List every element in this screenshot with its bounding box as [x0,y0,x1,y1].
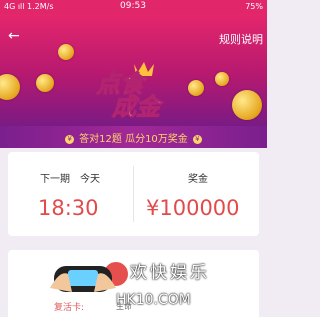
banner-text: 答对12题 瓜分10万奖金 [79,134,188,145]
rules-link[interactable]: 规则说明 [219,31,263,47]
challenge-banner: ¥ 答对12题 瓜分10万奖金 ¥ [0,126,267,148]
coin-icon [0,74,20,100]
clock: 09:53 [120,1,146,11]
divider [133,166,134,222]
coin-icon [232,90,262,120]
gamepad-icon [50,266,116,292]
next-round-label: 下一期 [40,174,70,185]
title-logo: 点食 成金 [95,62,164,118]
coin-icon [215,72,229,86]
next-round-time: 18:30 [38,196,99,220]
watermark-title: 欢快娱乐 [130,263,210,283]
signal-speed: 4G ıll 1.2M/s [4,2,54,11]
revive-info: 生命 [116,302,132,311]
battery-level: 75% [245,2,263,11]
prize-label: 奖金 [188,174,208,185]
day-label: 今天 [80,174,100,185]
coin-icon [58,44,74,60]
game-info-card: 下一期 今天 18:30 奖金 ¥100000 [8,152,259,236]
revive-label: 复活卡: [54,303,85,313]
coin-icon: ¥ [65,135,75,144]
prize-amount: ¥100000 [146,196,240,220]
logo-line2: 成金 [111,93,164,118]
coin-icon: ¥ [192,135,202,144]
hero-banner: ← 规则说明 点食 成金 [0,14,267,126]
coin-icon [36,74,54,92]
back-arrow-icon[interactable]: ← [8,28,20,44]
status-bar: 4G ıll 1.2M/s 09:53 75% [0,0,267,14]
